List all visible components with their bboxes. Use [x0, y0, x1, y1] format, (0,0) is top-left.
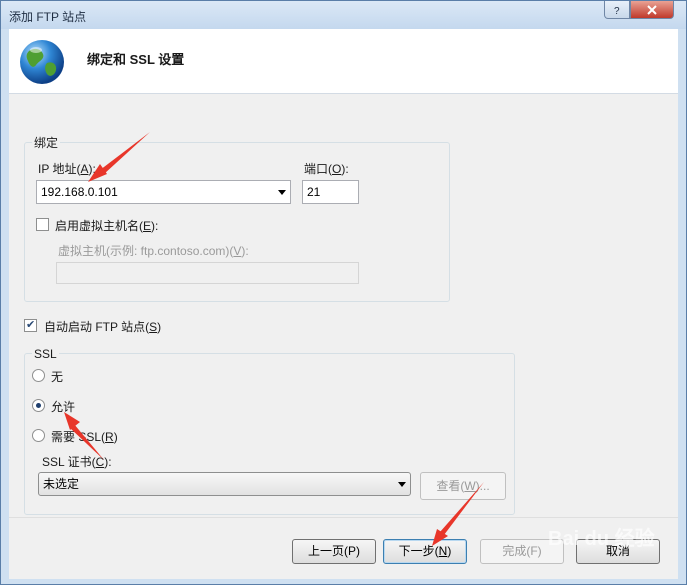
- virtual-host-checkbox[interactable]: [36, 218, 49, 231]
- help-button[interactable]: ?: [604, 1, 630, 19]
- virtual-host-checkbox-label: 启用虚拟主机名(E):: [55, 219, 159, 233]
- ssl-option-allow-label: 允许: [51, 400, 76, 414]
- ip-address-label: IP 地址(A):: [38, 162, 96, 176]
- dropdown-arrow-icon: [398, 482, 406, 487]
- binding-group-label: 绑定: [32, 134, 61, 151]
- ip-address-dropdown[interactable]: 192.168.0.101: [36, 180, 291, 204]
- checkmark-icon: ✔: [26, 319, 36, 331]
- ssl-radio-require[interactable]: [32, 429, 45, 442]
- close-button[interactable]: [630, 1, 674, 19]
- ssl-certificate-select[interactable]: 未选定: [38, 472, 411, 496]
- globe-icon: [20, 40, 64, 84]
- ssl-certificate-label: SSL 证书(C):: [42, 455, 112, 469]
- wizard-content: 绑定 IP 地址(A): 192.168.0.101 端口(O): 21 启用虚…: [9, 94, 678, 517]
- ftp-wizard-window: 添加 FTP 站点 ? 绑定和 SSL 设置 绑定 IP 地址(A): 192.…: [0, 0, 687, 585]
- svg-text:?: ?: [614, 6, 620, 15]
- wizard-header: 绑定和 SSL 设置: [9, 29, 678, 94]
- ssl-certificate-value: 未选定: [43, 477, 80, 491]
- help-icon: ?: [614, 6, 620, 15]
- port-label: 端口(O):: [304, 162, 349, 176]
- port-value: 21: [307, 185, 321, 199]
- close-icon: [647, 4, 657, 15]
- ssl-option-none-label: 无: [51, 370, 64, 384]
- ip-address-value: 192.168.0.101: [41, 185, 118, 199]
- previous-button[interactable]: 上一页(P): [292, 539, 376, 564]
- autostart-checkbox[interactable]: ✔: [24, 319, 37, 332]
- next-button[interactable]: 下一步(N): [383, 539, 467, 564]
- autostart-label: 自动启动 FTP 站点(S): [44, 320, 162, 334]
- title-bar: 添加 FTP 站点 ?: [1, 1, 686, 29]
- dropdown-arrow-icon: [278, 190, 286, 195]
- watermark-logo: Bai du 经验: [548, 528, 655, 550]
- ssl-group-label: SSL: [32, 347, 59, 361]
- port-input[interactable]: 21: [302, 180, 359, 204]
- view-certificate-button[interactable]: 查看(W)...: [420, 472, 506, 500]
- ssl-option-require-label: 需要 SSL(R): [51, 430, 118, 444]
- page-title: 绑定和 SSL 设置: [87, 52, 185, 67]
- virtual-host-input[interactable]: [56, 262, 359, 284]
- ssl-radio-allow[interactable]: [32, 399, 45, 412]
- virtual-host-label: 虚拟主机(示例: ftp.contoso.com)(V):: [58, 244, 249, 258]
- radio-selected-dot: [36, 403, 41, 408]
- window-title: 添加 FTP 站点: [9, 10, 87, 24]
- ssl-radio-none[interactable]: [32, 369, 45, 382]
